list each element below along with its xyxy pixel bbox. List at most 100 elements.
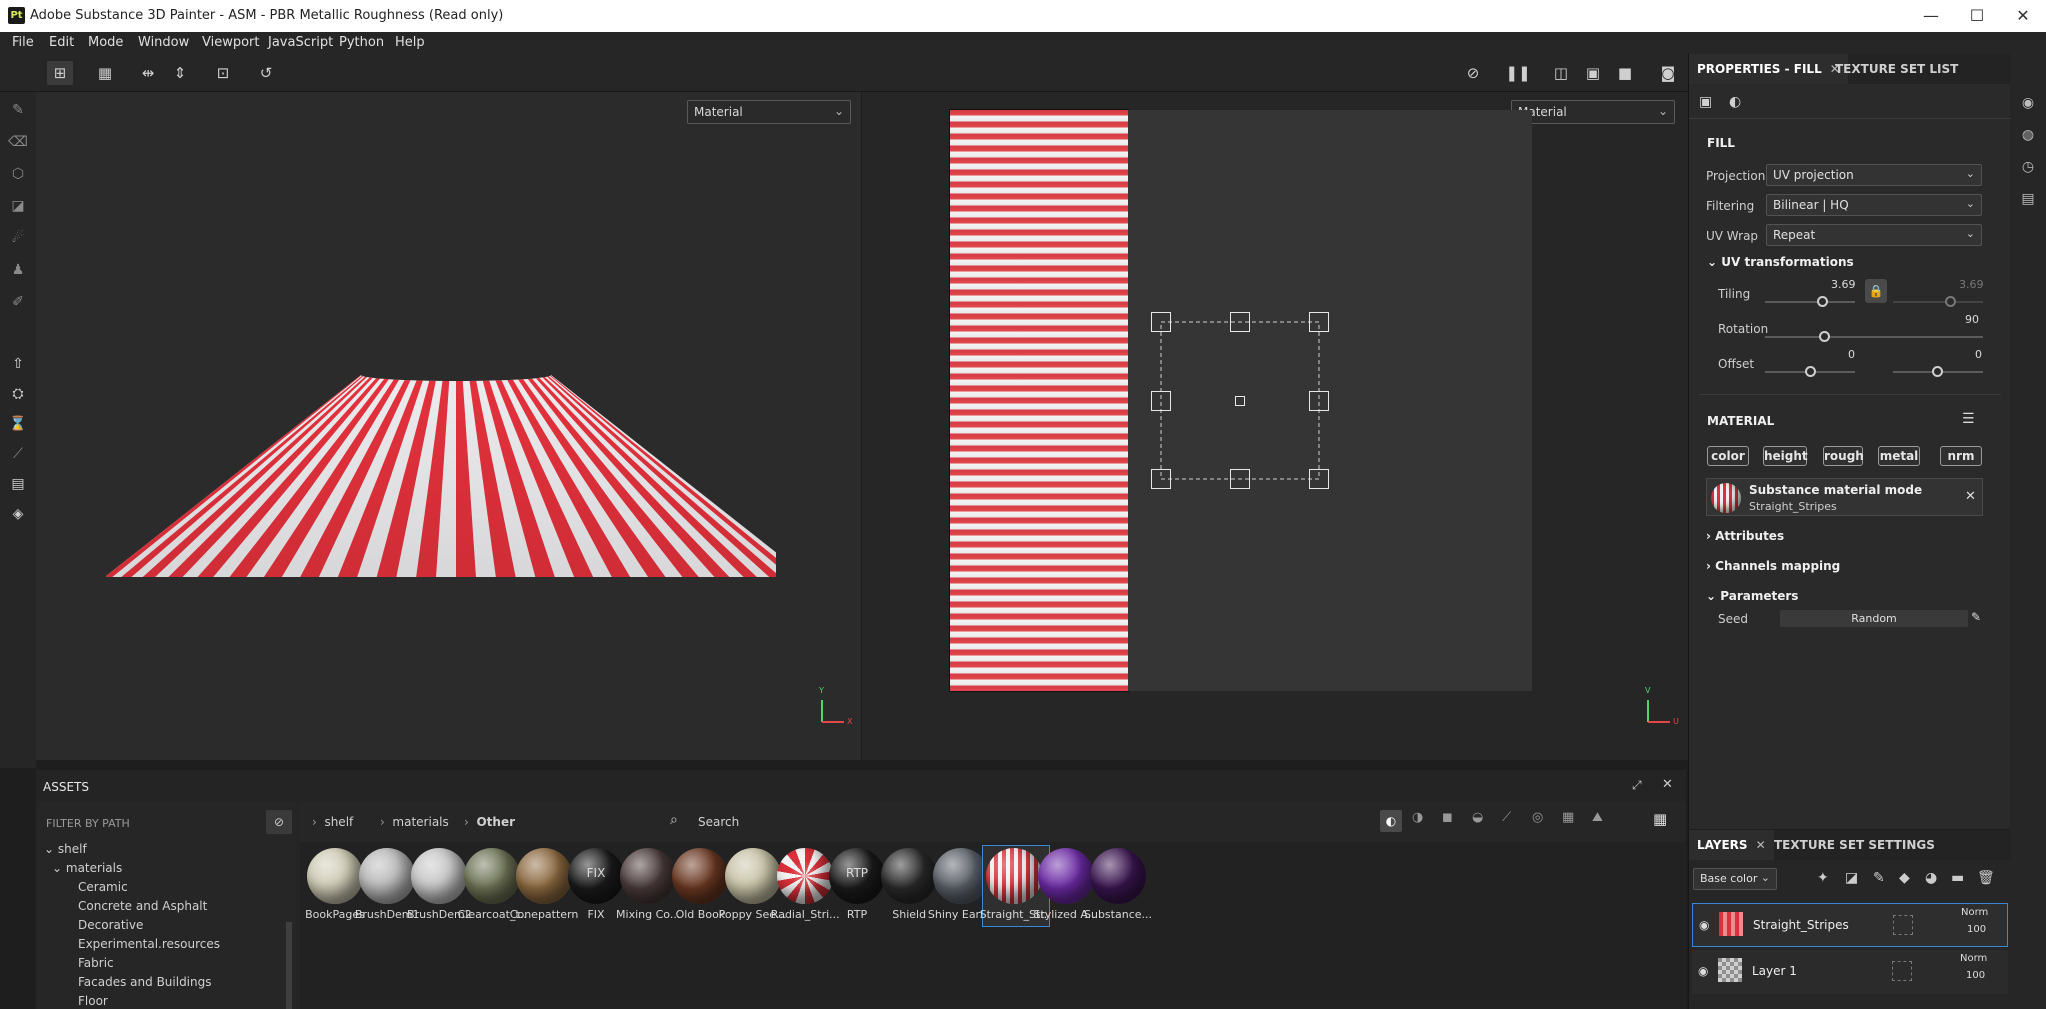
export-icon[interactable]: ⇧: [6, 352, 30, 376]
paint-brush-icon[interactable]: ✎: [6, 98, 30, 122]
channel-rough[interactable]: rough: [1823, 446, 1864, 466]
channel-color[interactable]: color: [1707, 446, 1749, 466]
menu-file[interactable]: File: [12, 35, 34, 50]
layer-blend-mode[interactable]: Norm: [1960, 953, 1987, 964]
texture-set-icon[interactable]: ◈: [6, 502, 30, 526]
layer-opacity[interactable]: 100: [1967, 924, 1986, 935]
uv-handle-top-right[interactable]: [1309, 312, 1329, 332]
layer-channel-select[interactable]: Base color ⌄: [1693, 868, 1777, 890]
add-paint-layer-icon[interactable]: ✎: [1873, 870, 1885, 886]
measure-icon[interactable]: ⟋: [6, 442, 30, 466]
tree-item[interactable]: Decorative: [78, 918, 143, 932]
mirror-x-icon[interactable]: ⇹: [135, 61, 161, 85]
tree-scrollbar[interactable]: [286, 922, 292, 1009]
layer-mask-slot[interactable]: [1893, 915, 1913, 935]
uvwrap-select[interactable]: Repeat ⌄: [1766, 224, 1982, 246]
eraser-icon[interactable]: ⌫: [6, 130, 30, 154]
viewport-3d-channel-select[interactable]: Material ⌄: [687, 100, 851, 124]
grid-view-icon[interactable]: ▦: [1653, 810, 1667, 828]
add-mask-icon[interactable]: ◪: [1845, 870, 1858, 886]
pause-icon[interactable]: ❚❚: [1505, 61, 1531, 85]
add-frame-icon[interactable]: ⊡: [210, 61, 236, 85]
offset-u-slider-knob[interactable]: [1805, 366, 1816, 377]
tab-properties-fill[interactable]: PROPERTIES - FILL ✕: [1689, 54, 1848, 84]
log-icon[interactable]: ▤: [2017, 188, 2039, 210]
add-effect-icon[interactable]: ✦: [1817, 870, 1829, 886]
mirror-y-icon[interactable]: ⇕: [167, 61, 193, 85]
rotation-slider-track[interactable]: [1765, 336, 1983, 338]
close-panel-icon[interactable]: ✕: [1662, 777, 1673, 792]
tiling-v-slider-knob[interactable]: [1945, 296, 1956, 307]
camera-icon[interactable]: ■: [1612, 61, 1638, 85]
hide-filter-icon[interactable]: ⊘: [266, 810, 292, 834]
layer-blend-mode[interactable]: Norm: [1961, 907, 1988, 918]
tab-layers[interactable]: LAYERS ✕: [1689, 830, 1774, 860]
seed-random-button[interactable]: Random: [1780, 610, 1968, 627]
tiling-slider-knob[interactable]: [1817, 296, 1828, 307]
remove-material-icon[interactable]: ✕: [1965, 489, 1976, 504]
offset-v-slider-knob[interactable]: [1932, 366, 1943, 377]
menu-edit[interactable]: Edit: [49, 35, 74, 50]
shader-settings-icon[interactable]: ▤: [6, 472, 30, 496]
select-mode-icon[interactable]: ⊞: [47, 61, 73, 85]
picker-icon[interactable]: ✐: [6, 290, 30, 314]
tree-item[interactable]: Ceramic: [78, 880, 128, 894]
filter-smart-materials-icon[interactable]: ◑: [1412, 810, 1423, 825]
menu-window[interactable]: Window: [138, 35, 189, 50]
filter-generators-icon[interactable]: ◒: [1472, 810, 1483, 825]
projection-icon[interactable]: ⬡: [6, 162, 30, 186]
maximize-button[interactable]: ☐: [1954, 0, 2000, 32]
breadcrumb-shelf[interactable]: shelf: [324, 815, 353, 829]
layer-name[interactable]: Straight_Stripes: [1753, 918, 1849, 932]
filter-masks-icon[interactable]: ◼: [1442, 810, 1453, 825]
filter-environments-icon[interactable]: ⛰: [1592, 810, 1603, 825]
material-sphere-icon[interactable]: ◐: [1729, 94, 1747, 112]
tree-item[interactable]: ⌄ shelf: [44, 842, 87, 856]
material-card[interactable]: Substance material mode Straight_Stripes…: [1706, 478, 1983, 516]
layer-name[interactable]: Layer 1: [1752, 964, 1797, 978]
minimize-button[interactable]: —: [1908, 0, 1954, 32]
menu-javascript[interactable]: JavaScript: [268, 35, 333, 50]
edit-seed-icon[interactable]: ✎: [1971, 610, 1981, 624]
layer-mask-slot[interactable]: [1892, 961, 1912, 981]
split-view-icon[interactable]: ◫: [1548, 61, 1574, 85]
cube-view-icon[interactable]: ▣: [1580, 61, 1606, 85]
parameters-header[interactable]: ⌄ Parameters: [1706, 589, 1798, 603]
history-icon[interactable]: ↺: [253, 61, 279, 85]
clone-icon[interactable]: ♟: [6, 258, 30, 282]
projection-select[interactable]: UV projection ⌄: [1766, 164, 1982, 186]
uv-handle-right[interactable]: [1309, 391, 1329, 411]
tree-item[interactable]: Facades and Buildings: [78, 975, 212, 989]
viewport-2d-channel-select[interactable]: Material ⌄: [1511, 100, 1675, 124]
channel-nrm[interactable]: nrm: [1940, 446, 1982, 466]
screenshot-icon[interactable]: ◙: [1655, 61, 1681, 85]
grid-selection-icon[interactable]: ▦: [92, 61, 118, 85]
menu-help[interactable]: Help: [395, 35, 425, 50]
add-folder-icon[interactable]: ▬: [1951, 870, 1964, 886]
display-icon[interactable]: ◉: [2017, 92, 2039, 114]
filtering-select[interactable]: Bilinear | HQ ⌄: [1766, 194, 1982, 216]
close-icon[interactable]: ✕: [1756, 838, 1766, 852]
tab-texture-set-settings[interactable]: TEXTURE SET SETTINGS: [1766, 830, 1943, 860]
add-fill-layer-icon[interactable]: ◆: [1899, 870, 1910, 886]
attributes-header[interactable]: › Attributes: [1706, 529, 1784, 543]
filter-materials-icon[interactable]: ◐: [1380, 810, 1402, 832]
menu-python[interactable]: Python: [339, 35, 384, 50]
filter-brushes-icon[interactable]: ⟋: [1502, 810, 1511, 825]
uv-handle-bottom-left[interactable]: [1151, 469, 1171, 489]
shader-icon[interactable]: ◍: [2017, 124, 2039, 146]
breadcrumb-other[interactable]: Other: [476, 815, 515, 829]
filter-textures-icon[interactable]: ▦: [1562, 810, 1574, 825]
tree-item[interactable]: Concrete and Asphalt: [78, 899, 207, 913]
tab-texture-set-list[interactable]: TEXTURE SET LIST: [1827, 54, 1966, 84]
smudge-icon[interactable]: ☄: [6, 226, 30, 250]
tiling-v-slider-track[interactable]: [1893, 301, 1983, 303]
layer-opacity[interactable]: 100: [1966, 970, 1985, 981]
uv-transformations-header[interactable]: ⌄ UV transformations: [1707, 255, 1854, 269]
uv-handle-left[interactable]: [1151, 391, 1171, 411]
visibility-eye-icon[interactable]: ◉: [1699, 918, 1709, 932]
rotation-value[interactable]: 90: [1965, 313, 1979, 326]
hide-overlay-icon[interactable]: ⊘: [1460, 61, 1486, 85]
add-smart-material-icon[interactable]: ◕: [1925, 870, 1937, 886]
tree-item[interactable]: Floor: [78, 994, 108, 1008]
